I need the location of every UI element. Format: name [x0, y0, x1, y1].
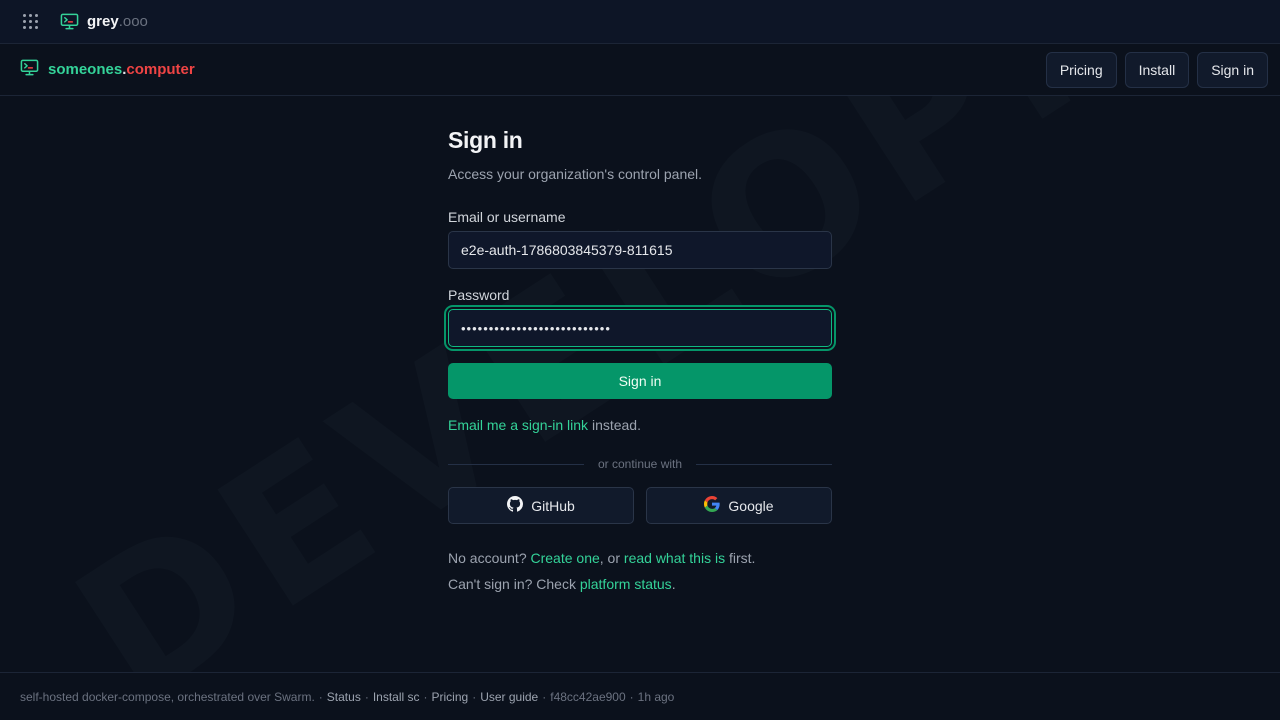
- footer-separator: ·: [472, 689, 477, 704]
- footer-status-link[interactable]: Status: [327, 690, 361, 704]
- magic-link-suffix: instead.: [588, 417, 641, 433]
- nav-buttons: Pricing Install Sign in: [1045, 51, 1268, 88]
- divider-line-right: [696, 463, 833, 465]
- read-about-link[interactable]: read what this is: [624, 550, 725, 566]
- page-footer: self-hosted docker-compose, orchestrated…: [0, 672, 1280, 720]
- divider-text: or continue with: [597, 457, 683, 471]
- footer-separator: ·: [423, 689, 428, 704]
- top-bar: grey.ooo: [0, 0, 1280, 44]
- terminal-monitor-icon: [60, 12, 79, 31]
- oauth-buttons: GitHub Google: [448, 487, 832, 524]
- signin-form: Sign in Access your organization's contr…: [448, 127, 833, 592]
- email-label: Email or username: [448, 209, 566, 225]
- email-signin-link[interactable]: Email me a sign-in link: [448, 417, 588, 433]
- site-name-part1: someones: [48, 61, 123, 78]
- cant-signin-prefix: Can't sign in? Check: [448, 576, 580, 592]
- footer-commit: f48cc42ae900: [550, 689, 626, 704]
- first-text: first.: [725, 550, 756, 566]
- footer-text: self-hosted docker-compose, orchestrated…: [20, 689, 315, 704]
- oauth-divider: or continue with: [448, 457, 833, 471]
- cant-signin-row: Can't sign in? Check platform status.: [448, 576, 832, 592]
- footer-install-link[interactable]: Install sc: [373, 690, 420, 704]
- site-name: someones.computer: [48, 61, 195, 78]
- site-brand[interactable]: someones.computer: [20, 58, 195, 82]
- github-label: GitHub: [531, 497, 575, 514]
- magic-link-row: Email me a sign-in link instead.: [448, 417, 832, 433]
- platform-brand-suffix: .ooo: [118, 13, 148, 30]
- terminal-monitor-icon: [20, 58, 39, 82]
- email-value: e2e-auth-1786803845379-811615: [461, 242, 673, 258]
- footer-separator: ·: [542, 689, 547, 704]
- page-title: Sign in: [448, 127, 523, 153]
- footer-pricing-link[interactable]: Pricing: [432, 690, 469, 704]
- google-button[interactable]: Google: [646, 487, 832, 524]
- password-label: Password: [448, 287, 510, 303]
- platform-brand-main: grey: [87, 13, 119, 30]
- google-icon: [704, 496, 728, 515]
- create-account-link[interactable]: Create one: [531, 550, 600, 566]
- platform-status-link[interactable]: platform status: [580, 576, 672, 592]
- footer-separator: ·: [364, 689, 369, 704]
- signin-submit-button[interactable]: Sign in: [448, 363, 832, 399]
- divider-line-left: [448, 463, 584, 465]
- period-text: .: [671, 576, 676, 592]
- apps-grid-icon[interactable]: [20, 12, 40, 32]
- footer-age: 1h ago: [637, 689, 675, 704]
- site-navbar: someones.computer Pricing Install Sign i…: [0, 44, 1280, 96]
- password-value: •••••••••••••••••••••••••••: [461, 320, 611, 336]
- nav-signin-button[interactable]: Sign in: [1197, 51, 1268, 88]
- site-name-part2: computer: [126, 61, 195, 78]
- platform-brand[interactable]: grey.ooo: [87, 13, 148, 30]
- pricing-button[interactable]: Pricing: [1045, 51, 1117, 88]
- google-label: Google: [728, 497, 774, 514]
- footer-guide-link[interactable]: User guide: [480, 690, 538, 704]
- page-subtitle: Access your organization's control panel…: [448, 166, 703, 182]
- github-button[interactable]: GitHub: [448, 487, 634, 524]
- email-field[interactable]: e2e-auth-1786803845379-811615: [448, 231, 832, 269]
- install-button[interactable]: Install: [1124, 51, 1190, 88]
- footer-separator: ·: [318, 689, 323, 704]
- github-icon: [507, 496, 531, 515]
- or-text: , or: [599, 550, 624, 566]
- footer-separator: ·: [629, 689, 634, 704]
- no-account-row: No account? Create one, or read what thi…: [448, 550, 832, 566]
- no-account-prefix: No account?: [448, 550, 531, 566]
- password-field[interactable]: •••••••••••••••••••••••••••: [448, 309, 832, 347]
